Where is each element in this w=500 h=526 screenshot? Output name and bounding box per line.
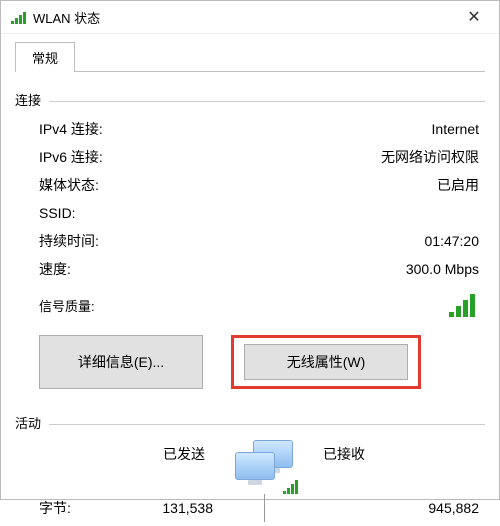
received-label: 已接收 xyxy=(309,438,379,464)
wifi-icon xyxy=(283,478,303,494)
duration-value: 01:47:20 xyxy=(425,233,480,249)
activity-section-label: 活动 xyxy=(15,413,49,432)
media-state-label: 媒体状态: xyxy=(39,175,99,195)
network-activity-icon xyxy=(229,440,299,488)
connection-section: 连接 IPv4 连接: Internet IPv6 连接: 无网络访问权限 媒体… xyxy=(15,90,485,395)
highlight-annotation: 无线属性(W) xyxy=(231,335,421,389)
wireless-properties-button[interactable]: 无线属性(W) xyxy=(244,344,408,380)
titlebar: WLAN 状态 ✕ xyxy=(1,1,499,34)
tab-general[interactable]: 常规 xyxy=(15,42,75,72)
activity-section: 活动 已发送 已接收 字 xyxy=(15,413,485,526)
bytes-received-value: 945,882 xyxy=(379,500,479,516)
speed-label: 速度: xyxy=(39,259,71,279)
tab-strip: 常规 xyxy=(15,42,485,72)
bytes-sent-value: 131,538 xyxy=(149,500,219,516)
divider xyxy=(49,101,485,102)
client-area: 常规 连接 IPv4 连接: Internet IPv6 连接: 无网络访问权限… xyxy=(1,34,499,526)
ipv4-label: IPv4 连接: xyxy=(39,119,103,139)
window-title: WLAN 状态 xyxy=(27,8,451,27)
signal-strength-icon xyxy=(449,293,479,317)
sent-label: 已发送 xyxy=(149,438,219,464)
speed-value: 300.0 Mbps xyxy=(406,261,479,277)
bytes-label: 字节: xyxy=(39,498,149,518)
duration-label: 持续时间: xyxy=(39,231,99,251)
wlan-status-window: WLAN 状态 ✕ 常规 连接 IPv4 连接: Internet IPv6 连… xyxy=(0,0,500,500)
separator xyxy=(264,494,265,522)
connection-section-label: 连接 xyxy=(15,90,49,109)
divider xyxy=(49,424,485,425)
details-button[interactable]: 详细信息(E)... xyxy=(39,335,203,389)
media-state-value: 已启用 xyxy=(437,175,479,195)
ipv6-label: IPv6 连接: xyxy=(39,147,103,167)
wifi-icon xyxy=(11,10,27,24)
ipv6-value: 无网络访问权限 xyxy=(381,147,479,167)
signal-quality-label: 信号质量: xyxy=(39,296,95,315)
ssid-label: SSID: xyxy=(39,205,76,221)
close-button[interactable]: ✕ xyxy=(451,1,497,33)
ipv4-value: Internet xyxy=(432,121,479,137)
